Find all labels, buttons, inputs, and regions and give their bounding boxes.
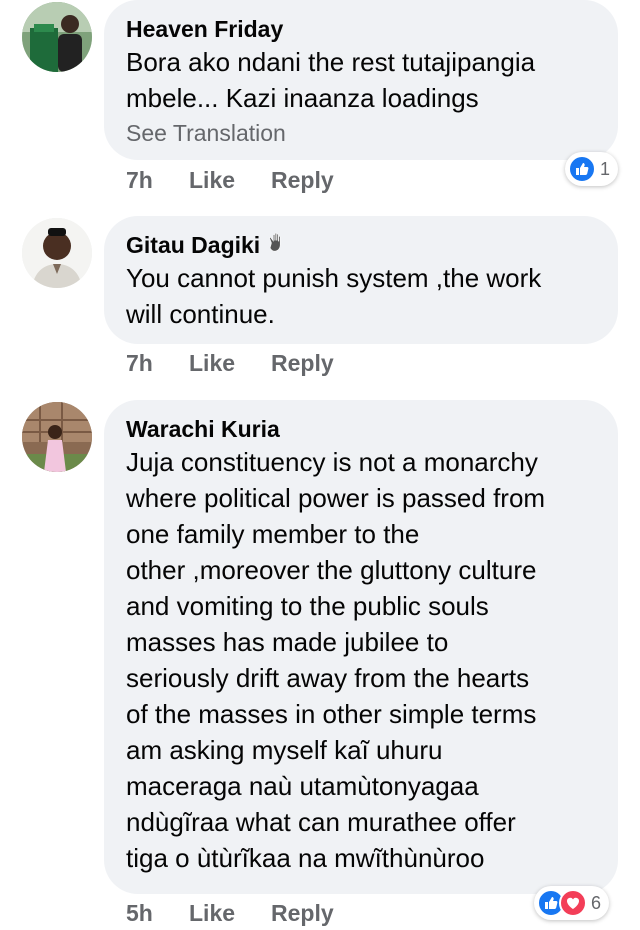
avatar[interactable] xyxy=(22,218,92,288)
love-icon xyxy=(559,889,587,917)
see-translation-link[interactable]: See Translation xyxy=(126,116,596,150)
comment-line: am asking myself kaĩ uhuru xyxy=(126,735,443,765)
comment-line: will continue. xyxy=(126,299,275,329)
commenter-name[interactable]: Warachi Kuria xyxy=(126,414,596,444)
comment-line: Juja constituency is not a monarchy xyxy=(126,447,538,477)
like-button[interactable]: Like xyxy=(189,167,271,194)
reply-button[interactable]: Reply xyxy=(271,900,334,927)
comment-actions: 5h Like Reply xyxy=(126,900,334,927)
comment-line: You cannot punish system ,the work xyxy=(126,263,542,293)
comment-line: seriously drift away from the hearts xyxy=(126,663,530,693)
comment-bubble: Gitau Dagiki You cannot punish system ,t… xyxy=(104,216,618,344)
timestamp[interactable]: 7h xyxy=(126,350,189,377)
comment-text: Juja constituency is not a monarchy wher… xyxy=(126,444,596,876)
reaction-count: 6 xyxy=(591,892,602,913)
comment-text: You cannot punish system ,the work will … xyxy=(126,260,596,332)
commenter-name-text[interactable]: Warachi Kuria xyxy=(126,414,280,444)
comment-line: mbele... Kazi inaanza loadings xyxy=(126,83,479,113)
reply-button[interactable]: Reply xyxy=(271,167,334,194)
comment-line: one family member to the xyxy=(126,519,420,549)
comment-line: ndùgĩraa what can murathee offer xyxy=(126,807,516,837)
waving-hand-icon xyxy=(266,230,288,260)
commenter-name[interactable]: Heaven Friday xyxy=(126,14,596,44)
commenter-name[interactable]: Gitau Dagiki xyxy=(126,230,596,260)
comment-bubble: Warachi Kuria Juja constituency is not a… xyxy=(104,400,618,894)
comment-line: of the masses in other simple terms xyxy=(126,699,537,729)
reply-button[interactable]: Reply xyxy=(271,350,334,377)
like-button[interactable]: Like xyxy=(189,350,271,377)
commenter-name-text[interactable]: Heaven Friday xyxy=(126,14,283,44)
avatar[interactable] xyxy=(22,2,92,72)
comment-actions: 7h Like Reply xyxy=(126,350,334,377)
comment-line: tiga o ùtùrĩkaa na mwĩthùnùroo xyxy=(126,843,485,873)
like-button[interactable]: Like xyxy=(189,900,271,927)
avatar[interactable] xyxy=(22,402,92,472)
comment-line: Bora ako ndani the rest tutajipangia xyxy=(126,47,536,77)
comment-line: maceraga naù utamùtonyagaa xyxy=(126,771,479,801)
comment-text: Bora ako ndani the rest tutajipangia mbe… xyxy=(126,44,596,116)
reaction-count: 1 xyxy=(600,158,611,179)
timestamp[interactable]: 5h xyxy=(126,900,189,927)
reaction-summary[interactable]: 6 xyxy=(534,886,610,920)
comment-bubble: Heaven Friday Bora ako ndani the rest tu… xyxy=(104,0,618,160)
comment-actions: 7h Like Reply xyxy=(126,167,334,194)
comment-line: masses has made jubilee to xyxy=(126,627,449,657)
comment-line: and vomiting to the public souls xyxy=(126,591,489,621)
comment-line: other ,moreover the gluttony culture xyxy=(126,555,537,585)
commenter-name-text[interactable]: Gitau Dagiki xyxy=(126,230,260,260)
like-icon xyxy=(568,155,596,183)
timestamp[interactable]: 7h xyxy=(126,167,189,194)
comment-line: where political power is passed from xyxy=(126,483,546,513)
reaction-summary[interactable]: 1 xyxy=(565,152,619,186)
